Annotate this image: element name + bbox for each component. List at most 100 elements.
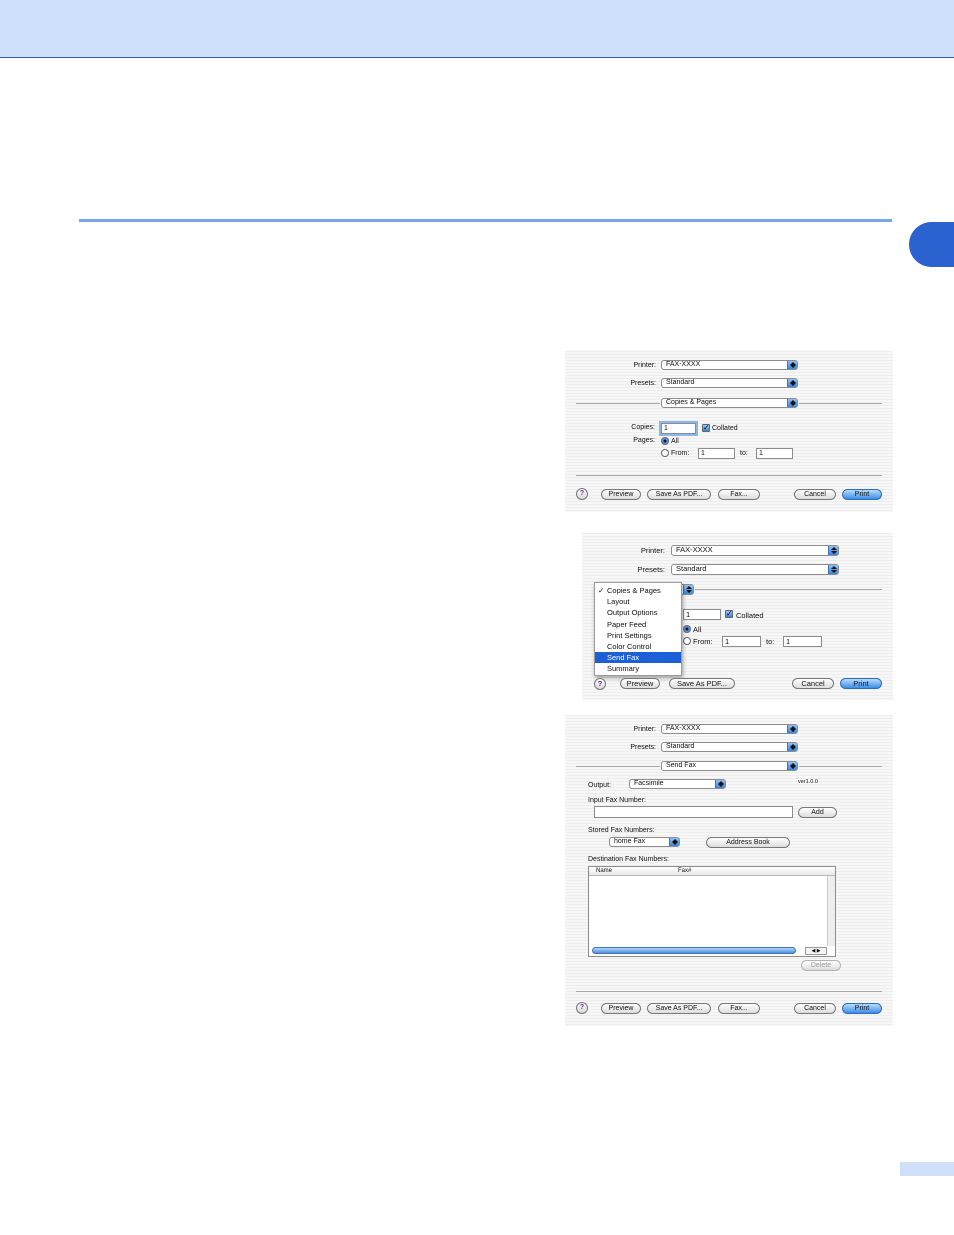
menu-item-output-options[interactable]: Output Options bbox=[595, 607, 681, 618]
from-field[interactable]: 1 bbox=[698, 448, 735, 459]
print-button[interactable]: Print bbox=[840, 678, 882, 689]
menu-item-paper-feed[interactable]: Paper Feed bbox=[595, 619, 681, 630]
column-header-fax[interactable]: Fax# bbox=[678, 867, 691, 875]
help-icon[interactable]: ? bbox=[576, 1002, 588, 1014]
input-fax-label: Input Fax Number: bbox=[588, 797, 646, 804]
preview-button[interactable]: Preview bbox=[620, 678, 660, 689]
menu-item-copies-pages[interactable]: ✓ Copies & Pages bbox=[595, 585, 681, 596]
popup-arrows-icon bbox=[787, 399, 797, 407]
menu-item-summary[interactable]: Summary bbox=[595, 663, 681, 674]
all-radio[interactable] bbox=[661, 437, 669, 445]
fax-button[interactable]: Fax... bbox=[718, 1003, 760, 1014]
delete-button[interactable]: Delete bbox=[801, 960, 841, 971]
printer-label: Printer: bbox=[640, 546, 665, 555]
panel-popup[interactable]: Copies & Pages bbox=[661, 398, 798, 408]
popup-arrows-icon bbox=[715, 780, 725, 788]
presets-value: Standard bbox=[676, 564, 707, 573]
stored-fax-label: Stored Fax Numbers: bbox=[588, 827, 655, 834]
add-button[interactable]: Add bbox=[798, 807, 837, 818]
from-radio[interactable] bbox=[661, 449, 669, 457]
collated-checkbox[interactable]: ✓ bbox=[702, 424, 710, 432]
panel-popup[interactable]: Send Fax bbox=[661, 761, 798, 771]
collated-label: Collated bbox=[712, 425, 738, 432]
output-value: Facsimile bbox=[634, 780, 664, 787]
output-label: Output: bbox=[588, 782, 611, 789]
column-header-name[interactable]: Name bbox=[596, 867, 612, 875]
printer-value: FAX-XXXX bbox=[666, 361, 701, 368]
chapter-tab bbox=[909, 222, 954, 267]
printer-label: Printer: bbox=[633, 362, 656, 369]
printer-label: Printer: bbox=[633, 726, 656, 733]
printer-value: FAX-XXXX bbox=[666, 725, 701, 732]
horizontal-scrollbar[interactable] bbox=[592, 947, 796, 954]
page-number-tab bbox=[900, 1162, 954, 1176]
separator bbox=[799, 403, 882, 404]
menu-item-label: Copies & Pages bbox=[607, 586, 661, 595]
popup-arrows-icon bbox=[669, 838, 679, 846]
print-button[interactable]: Print bbox=[842, 1003, 882, 1014]
help-icon[interactable]: ? bbox=[576, 488, 588, 500]
separator bbox=[576, 475, 882, 476]
destination-list[interactable]: Name Fax# ◀ ▶ bbox=[588, 866, 836, 957]
menu-item-print-settings[interactable]: Print Settings bbox=[595, 630, 681, 641]
to-field[interactable]: 1 bbox=[756, 448, 793, 459]
popup-arrows-icon bbox=[683, 585, 693, 594]
save-as-pdf-button[interactable]: Save As PDF... bbox=[647, 489, 711, 500]
presets-value: Standard bbox=[666, 743, 695, 750]
section-rule bbox=[79, 219, 892, 222]
address-book-button[interactable]: Address Book bbox=[706, 837, 790, 848]
printer-value: FAX-XXXX bbox=[676, 545, 713, 554]
version-text: ver1.0.0 bbox=[798, 779, 818, 785]
preview-button[interactable]: Preview bbox=[601, 489, 641, 500]
output-popup[interactable]: Facsimile bbox=[629, 779, 726, 789]
save-as-pdf-button[interactable]: Save As PDF... bbox=[669, 678, 735, 689]
popup-arrows-icon bbox=[828, 565, 838, 574]
to-label: to: bbox=[766, 637, 775, 646]
from-radio[interactable] bbox=[683, 637, 691, 645]
from-field[interactable]: 1 bbox=[722, 636, 761, 647]
separator bbox=[799, 766, 882, 767]
presets-label: Presets: bbox=[637, 565, 665, 574]
vertical-scrollbar[interactable] bbox=[827, 876, 835, 946]
cancel-button[interactable]: Cancel bbox=[792, 678, 834, 689]
preview-button[interactable]: Preview bbox=[601, 1003, 641, 1014]
fax-button[interactable]: Fax... bbox=[718, 489, 760, 500]
pages-label: Pages: bbox=[633, 437, 655, 444]
help-icon[interactable]: ? bbox=[594, 678, 606, 690]
save-as-pdf-button[interactable]: Save As PDF... bbox=[647, 1003, 711, 1014]
stored-fax-popup[interactable]: home Fax bbox=[609, 837, 680, 847]
popup-arrows-icon bbox=[787, 743, 797, 751]
panel-menu: ✓ Copies & Pages Layout Output Options Pa… bbox=[594, 582, 682, 676]
checkmark-icon: ✓ bbox=[598, 586, 605, 595]
scroll-arrows-icon[interactable]: ◀ ▶ bbox=[805, 947, 827, 955]
fax-number-input[interactable] bbox=[594, 806, 793, 818]
separator bbox=[576, 991, 882, 992]
menu-item-color-control[interactable]: Color Control bbox=[595, 641, 681, 652]
separator bbox=[576, 403, 660, 404]
printer-popup[interactable]: FAX-XXXX bbox=[671, 545, 839, 556]
presets-value: Standard bbox=[666, 379, 695, 386]
printer-popup[interactable]: FAX-XXXX bbox=[661, 360, 798, 370]
popup-arrows-icon bbox=[787, 762, 797, 770]
popup-arrows-icon bbox=[828, 546, 838, 555]
popup-arrows-icon bbox=[787, 379, 797, 387]
cancel-button[interactable]: Cancel bbox=[794, 1003, 836, 1014]
panel-value: Copies & Pages bbox=[666, 399, 717, 406]
cancel-button[interactable]: Cancel bbox=[794, 489, 836, 500]
menu-item-send-fax[interactable]: Send Fax bbox=[595, 652, 681, 664]
menu-item-layout[interactable]: Layout bbox=[595, 596, 681, 607]
separator bbox=[695, 589, 882, 590]
presets-popup[interactable]: Standard bbox=[661, 378, 798, 388]
copies-field[interactable]: 1 bbox=[659, 421, 698, 436]
printer-popup[interactable]: FAX-XXXX bbox=[661, 724, 798, 734]
to-label: to: bbox=[740, 450, 748, 457]
print-button[interactable]: Print bbox=[842, 489, 882, 500]
presets-popup[interactable]: Standard bbox=[661, 742, 798, 752]
copies-field[interactable]: 1 bbox=[683, 609, 721, 620]
print-dialog-send-fax: Printer: FAX-XXXX Presets: Standard Send… bbox=[565, 715, 893, 1026]
to-field[interactable]: 1 bbox=[783, 636, 822, 647]
collated-checkbox[interactable]: ✓ bbox=[725, 610, 733, 618]
presets-popup[interactable]: Standard bbox=[671, 564, 839, 575]
all-radio[interactable] bbox=[683, 625, 691, 633]
destination-label: Destination Fax Numbers: bbox=[588, 856, 669, 863]
